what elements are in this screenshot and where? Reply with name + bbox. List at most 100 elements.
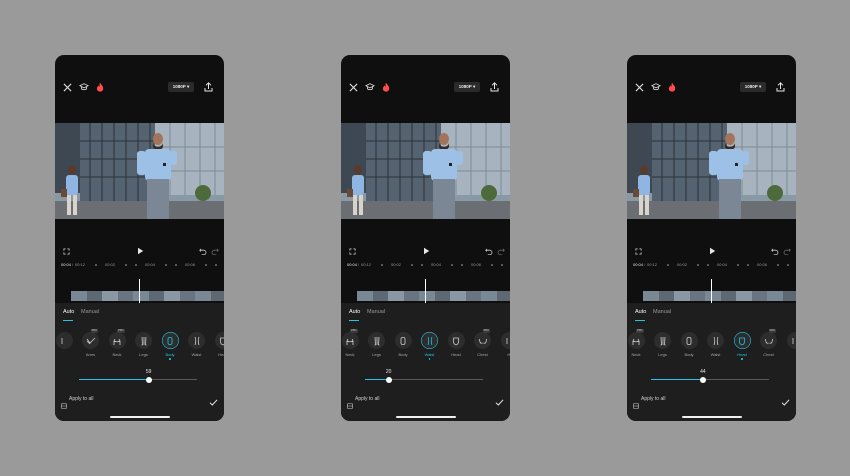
neck-icon (113, 338, 121, 345)
tool-head[interactable]: Head (730, 332, 754, 360)
tool-partial[interactable] (55, 332, 76, 352)
play-icon[interactable] (135, 246, 145, 256)
tab-manual[interactable]: Manual (367, 309, 385, 315)
tab-auto[interactable]: Auto (63, 309, 74, 315)
tool-button (680, 332, 698, 349)
ruler-dot (491, 264, 493, 266)
ruler-dot (737, 264, 739, 266)
intensity-slider[interactable]: 20 (365, 369, 483, 385)
arms-icon (86, 337, 95, 344)
tool-waist[interactable]: Waist (704, 332, 728, 357)
layers-icon[interactable] (347, 396, 353, 409)
video-scene (627, 123, 796, 219)
tool-h[interactable]: H (497, 332, 510, 357)
tool-neck[interactable]: PRO Neck (627, 329, 648, 357)
slider-knob[interactable] (145, 376, 152, 383)
time-current: 00:04 (61, 262, 72, 267)
undo-icon[interactable] (770, 246, 780, 256)
tab-auto[interactable]: Auto (635, 309, 646, 315)
close-icon[interactable] (633, 81, 645, 93)
tool-arms[interactable]: PRO Arms (79, 329, 103, 357)
play-icon[interactable] (421, 246, 431, 256)
tool-legs[interactable]: Legs (132, 332, 156, 357)
tool-neck[interactable]: PRO Neck (105, 329, 129, 357)
legs-icon (660, 336, 665, 345)
tool-label: Chest (477, 352, 488, 357)
grad-cap-icon[interactable] (78, 81, 90, 93)
tool-partial[interactable] (783, 332, 796, 352)
tab-auto[interactable]: Auto (349, 309, 360, 315)
resolution-button[interactable]: 1080P ▾ (740, 82, 766, 92)
tab-manual[interactable]: Manual (653, 309, 671, 315)
tool-waist[interactable]: Waist (185, 332, 209, 357)
clip-thumbnail (133, 291, 150, 301)
time-separator: / (644, 262, 646, 267)
tool-body[interactable]: Body (158, 332, 182, 360)
close-icon[interactable] (347, 81, 359, 93)
flame-icon[interactable] (666, 81, 678, 93)
grad-cap-icon[interactable] (364, 81, 376, 93)
ruler-mark: 00:04 (717, 262, 728, 267)
clip-thumbnail (450, 291, 467, 301)
playhead[interactable] (711, 279, 712, 303)
fullscreen-icon[interactable] (61, 246, 71, 256)
flame-icon[interactable] (94, 81, 106, 93)
grad-cap-icon[interactable] (650, 81, 662, 93)
undo-icon[interactable] (198, 246, 208, 256)
playhead[interactable] (139, 279, 140, 303)
flame-icon[interactable] (380, 81, 392, 93)
tool-button (447, 332, 465, 349)
resolution-button[interactable]: 1080P ▾ (168, 82, 194, 92)
play-icon[interactable] (707, 246, 717, 256)
playhead[interactable] (425, 279, 426, 303)
home-indicator (110, 416, 170, 418)
check-icon[interactable] (495, 394, 504, 406)
export-icon[interactable] (488, 81, 500, 93)
ruler-dot (205, 264, 207, 266)
tool-legs[interactable]: Legs (651, 332, 675, 357)
tool-waist[interactable]: Waist (418, 332, 442, 360)
tool-chest[interactable]: PRO Chest (757, 329, 781, 357)
redo-icon[interactable] (496, 246, 506, 256)
intensity-slider[interactable]: 44 (651, 369, 769, 385)
video-preview (627, 123, 796, 219)
bottom-bar: Apply to all (341, 393, 510, 409)
redo-icon[interactable] (210, 246, 220, 256)
close-icon[interactable] (61, 81, 73, 93)
apply-to-all-label[interactable]: Apply to all (69, 396, 93, 402)
tool-legs[interactable]: Legs (365, 332, 389, 357)
selected-indicator (428, 358, 431, 360)
slider-knob[interactable] (385, 376, 392, 383)
apply-to-all-label[interactable]: Apply to all (355, 396, 379, 402)
fullscreen-icon[interactable] (633, 246, 643, 256)
fullscreen-icon[interactable] (347, 246, 357, 256)
tab-manual[interactable]: Manual (81, 309, 99, 315)
apply-to-all-label[interactable]: Apply to all (641, 396, 665, 402)
export-icon[interactable] (202, 81, 214, 93)
slider-knob[interactable] (699, 376, 706, 383)
tool-label: Legs (658, 352, 667, 357)
redo-icon[interactable] (782, 246, 792, 256)
tool-head[interactable]: Head (211, 332, 224, 357)
resolution-button[interactable]: 1080P ▾ (454, 82, 480, 92)
tool-neck[interactable]: PRO Neck (341, 329, 362, 357)
check-icon[interactable] (781, 394, 790, 406)
mode-tabs: Auto Manual (627, 307, 796, 321)
body-part-tools: PRO Neck Legs Body Waist Head PRO Chest H (341, 329, 510, 362)
tool-label: Chest (763, 352, 774, 357)
layers-icon[interactable] (633, 396, 639, 409)
tool-body[interactable]: Body (391, 332, 415, 357)
layers-icon[interactable] (61, 396, 67, 409)
export-icon[interactable] (774, 81, 786, 93)
tool-body[interactable]: Body (677, 332, 701, 357)
timeline-ruler: 00:04/00:12 00:02 00:04 00:06 (55, 261, 224, 269)
tool-head[interactable]: Head (444, 332, 468, 357)
check-icon[interactable] (209, 394, 218, 406)
tool-chest[interactable]: PRO Chest (471, 329, 495, 357)
undo-icon[interactable] (484, 246, 494, 256)
intensity-slider[interactable]: 59 (79, 369, 197, 385)
ruler-dot (165, 264, 167, 266)
ruler-mark: 00:04 (145, 262, 156, 267)
waist-icon (427, 336, 432, 345)
tool-button (707, 332, 724, 349)
